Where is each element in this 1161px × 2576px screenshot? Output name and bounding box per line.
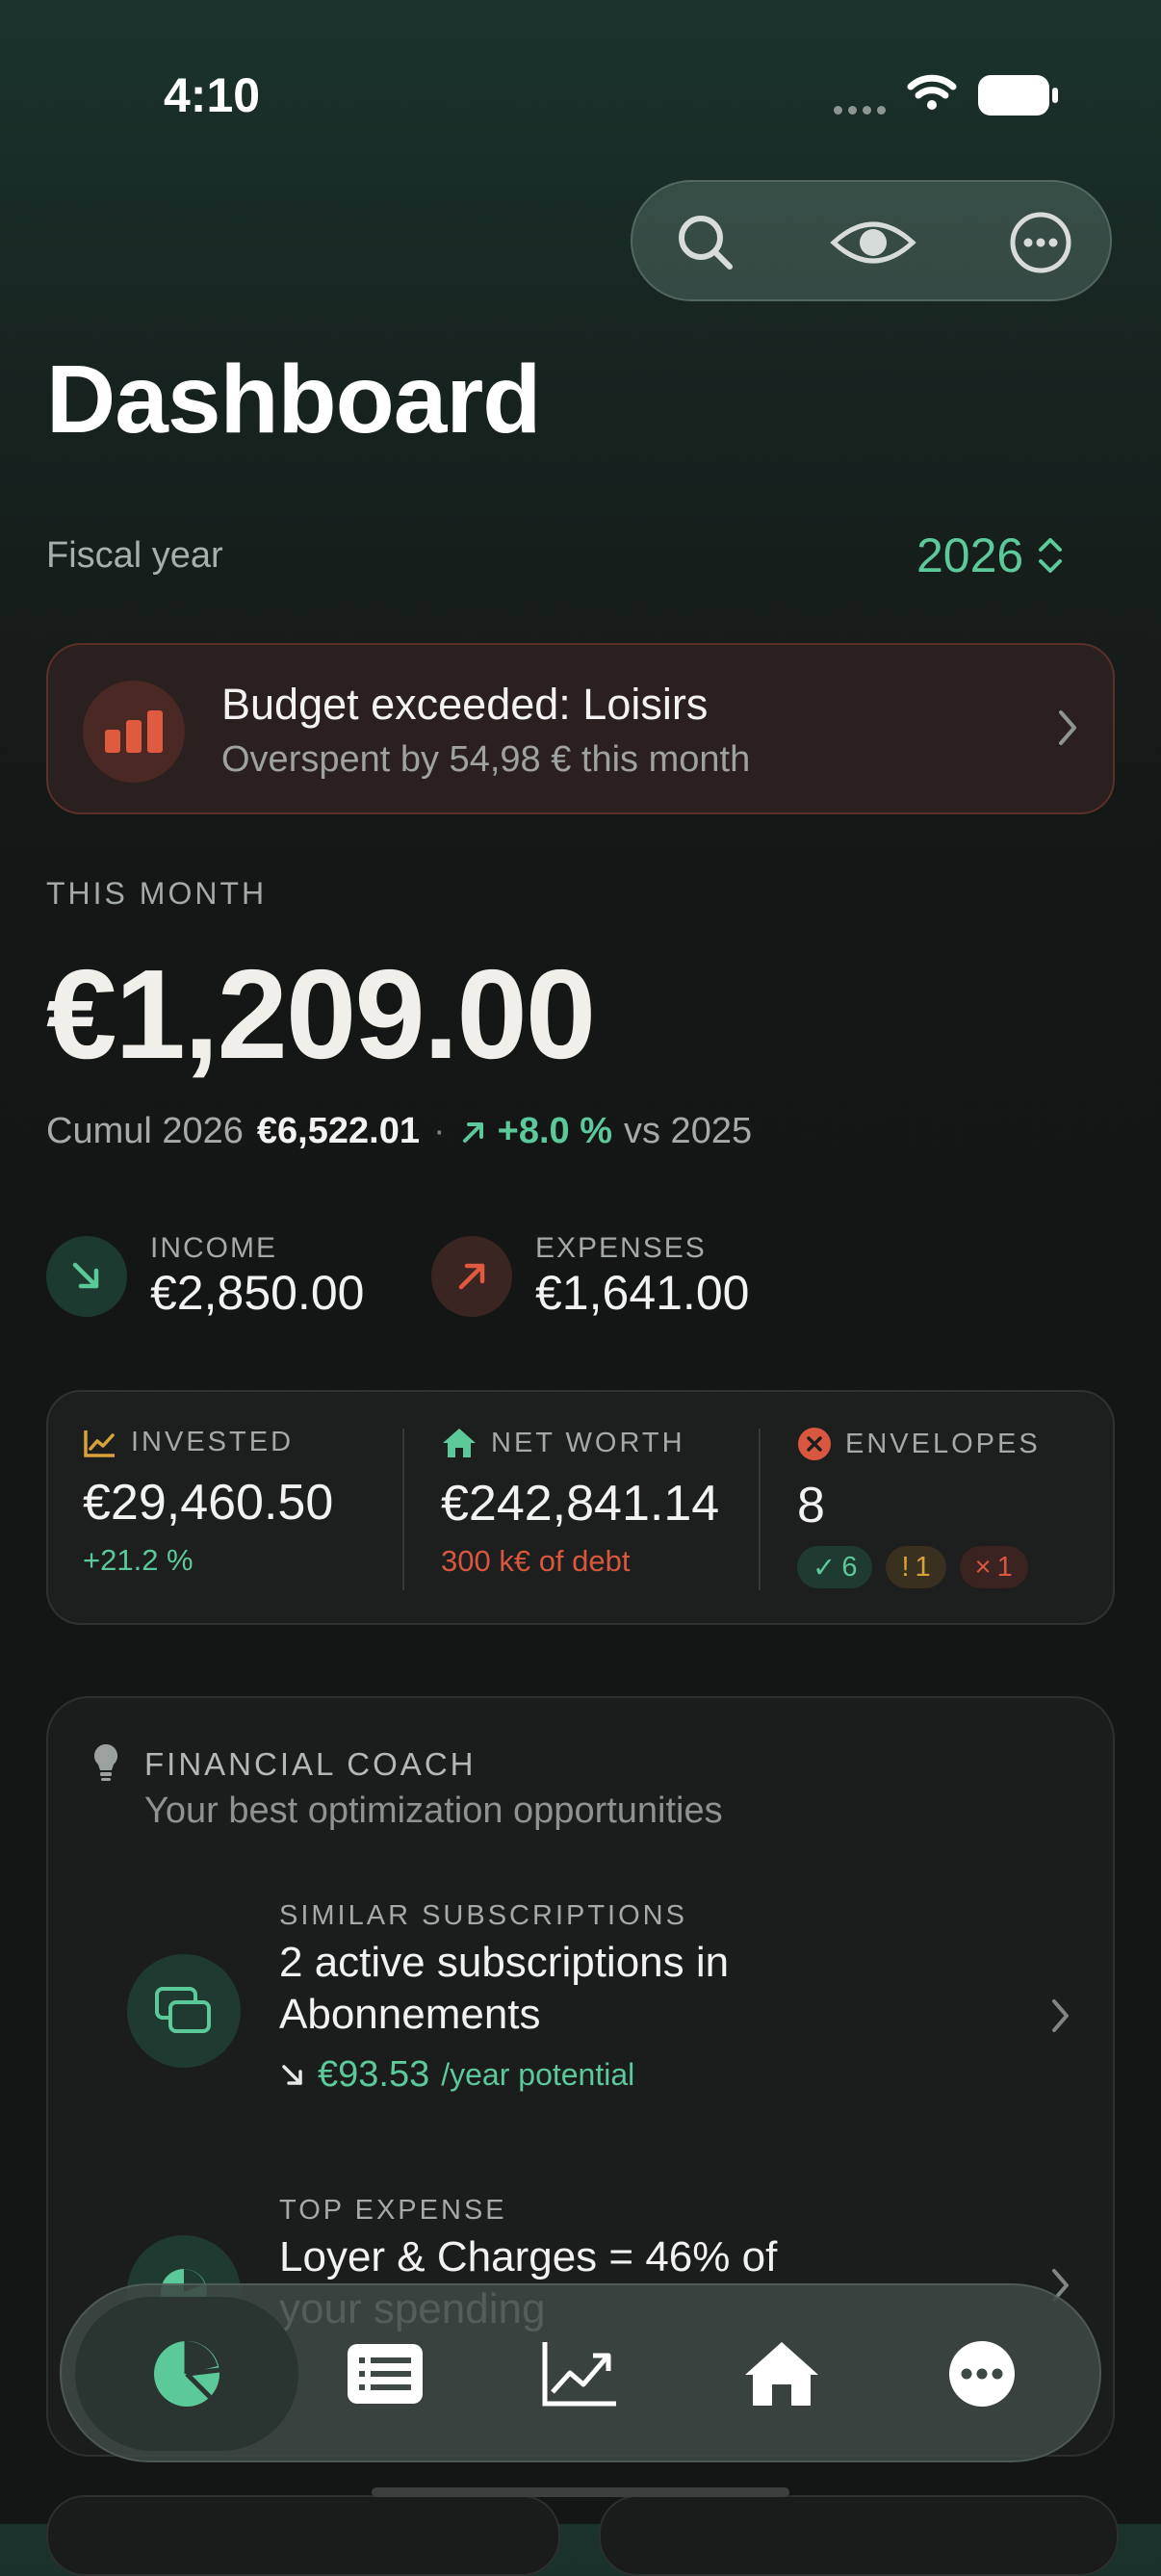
- expenses-icon-badge: [431, 1236, 512, 1317]
- stats-card: INVESTED €29,460.50 +21.2 % NET WORTH €2…: [46, 1390, 1115, 1625]
- net-worth-stat[interactable]: NET WORTH €242,841.14 300 k€ of debt: [441, 1427, 719, 1579]
- coach-item-subscriptions[interactable]: SIMILAR SUBSCRIPTIONS 2 active subscript…: [48, 1900, 1113, 2131]
- privacy-toggle-button[interactable]: [825, 194, 921, 291]
- cumul-label: Cumul 2026: [46, 1111, 244, 1151]
- cumul-change: +8.0 %: [497, 1111, 612, 1151]
- home-indicator: [372, 2487, 789, 2497]
- more-options-button[interactable]: [993, 194, 1089, 291]
- income-summary: INCOME €2,850.00: [46, 1232, 364, 1321]
- chevron-right-icon: [1059, 710, 1076, 745]
- coach-item-title: 2 active subscriptions in Abonnements: [279, 1939, 730, 2038]
- invested-label: INVESTED: [131, 1427, 295, 1457]
- fiscal-year-label: Fiscal year: [46, 535, 223, 576]
- cumul-separator: ·: [432, 1111, 446, 1151]
- tab-bar: [60, 2283, 1101, 2462]
- envelopes-label: ENVELOPES: [845, 1428, 1041, 1459]
- warning-icon: !: [901, 1551, 910, 1583]
- coach-item-potential-value: €93.53: [318, 2054, 430, 2095]
- tab-investments[interactable]: [503, 2297, 657, 2451]
- bar-chart-icon: [105, 710, 163, 753]
- envelopes-stat[interactable]: ENVELOPES 8 ✓ 6 ! 1 × 1: [797, 1427, 1041, 1588]
- cumul-row: Cumul 2026 €6,522.01 · +8.0 % vs 2025: [46, 1111, 752, 1152]
- envelopes-ok-count: 6: [841, 1551, 858, 1583]
- income-label: INCOME: [150, 1232, 277, 1264]
- pie-chart-icon: [154, 2341, 220, 2407]
- budget-alert-card[interactable]: Budget exceeded: Loisirs Overspent by 54…: [46, 643, 1115, 814]
- search-icon: [679, 216, 733, 270]
- wifi-icon: [907, 74, 957, 110]
- coach-item-category: TOP EXPENSE: [279, 2195, 507, 2226]
- this-month-label: THIS MONTH: [46, 876, 268, 911]
- alert-icon-badge: [83, 681, 185, 783]
- arrow-down-right-icon: [72, 1262, 99, 1289]
- stat-divider: [402, 1429, 404, 1590]
- trend-chart-icon: [84, 1430, 115, 1457]
- invested-stat[interactable]: INVESTED €29,460.50 +21.2 %: [83, 1427, 333, 1578]
- list-icon: [348, 2344, 423, 2404]
- battery-icon: [978, 75, 1058, 116]
- house-icon: [443, 1429, 476, 1457]
- invested-value: €29,460.50: [83, 1475, 334, 1531]
- net-worth-debt: 300 k€ of debt: [441, 1544, 631, 1578]
- coach-item-category: SIMILAR SUBSCRIPTIONS: [279, 1900, 687, 1931]
- signal-dots-icon: [834, 102, 891, 119]
- x-circle-icon: [798, 1428, 831, 1460]
- next-card-right: [599, 2495, 1119, 2576]
- expenses-value: €1,641.00: [535, 1266, 750, 1320]
- alert-title: Budget exceeded: Loisirs: [221, 680, 709, 729]
- income-value: €2,850.00: [150, 1266, 365, 1320]
- this-month-amount: €1,209.00: [46, 943, 596, 1085]
- envelopes-count: 8: [797, 1478, 825, 1533]
- coach-title: FINANCIAL COACH: [144, 1746, 477, 1782]
- eye-icon: [830, 221, 916, 264]
- cumul-value: €6,522.01: [256, 1111, 420, 1151]
- subscriptions-stack-icon: [155, 1987, 211, 2033]
- envelopes-over-count: 1: [996, 1551, 1013, 1583]
- arrow-up-right-icon: [458, 1263, 485, 1290]
- ellipsis-circle-icon: [1010, 212, 1071, 273]
- cumul-compare: vs 2025: [624, 1111, 753, 1151]
- coach-item-icon: [127, 1954, 241, 2068]
- coach-item-potential: €93.53 /year potential: [279, 2054, 634, 2096]
- coach-subtitle: Your best optimization opportunities: [144, 1790, 723, 1831]
- fiscal-year-value: 2026: [916, 528, 1024, 582]
- page-title: Dashboard: [46, 346, 541, 453]
- house-icon: [745, 2342, 818, 2406]
- envelopes-ok-chip: ✓ 6: [797, 1546, 873, 1588]
- arrow-down-right-icon: [282, 2064, 302, 2085]
- top-actions-pill: [631, 180, 1112, 301]
- tab-transactions[interactable]: [308, 2297, 462, 2451]
- status-time: 4:10: [164, 68, 261, 122]
- cross-icon: ×: [974, 1551, 992, 1583]
- income-icon-badge: [46, 1236, 127, 1317]
- lightbulb-icon: [93, 1743, 118, 1781]
- search-button[interactable]: [658, 194, 754, 291]
- next-card-left: [46, 2495, 560, 2576]
- check-icon: ✓: [813, 1552, 837, 1584]
- invested-change: +21.2 %: [83, 1543, 194, 1577]
- chevron-right-icon: [1052, 1999, 1069, 2032]
- envelopes-warning-count: 1: [915, 1551, 931, 1583]
- arrow-up-right-icon: [462, 1121, 483, 1143]
- alert-subtitle: Overspent by 54,98 € this month: [221, 739, 751, 780]
- fiscal-year-picker[interactable]: 2026: [916, 528, 1064, 583]
- envelopes-warning-chip: ! 1: [886, 1546, 946, 1588]
- expenses-summary: EXPENSES €1,641.00: [431, 1232, 749, 1321]
- ellipsis-circle-icon: [949, 2341, 1015, 2407]
- tab-real-estate[interactable]: [705, 2297, 859, 2451]
- line-chart-icon: [542, 2342, 616, 2407]
- net-worth-label: NET WORTH: [491, 1427, 685, 1458]
- stat-divider: [759, 1429, 761, 1590]
- tab-more[interactable]: [905, 2297, 1059, 2451]
- coach-item-potential-suffix: /year potential: [441, 2057, 635, 2092]
- chevron-up-down-icon: [1039, 538, 1063, 573]
- expenses-label: EXPENSES: [535, 1232, 707, 1264]
- tab-dashboard[interactable]: [75, 2297, 298, 2451]
- net-worth-value: €242,841.14: [441, 1476, 720, 1532]
- envelopes-over-chip: × 1: [959, 1546, 1028, 1588]
